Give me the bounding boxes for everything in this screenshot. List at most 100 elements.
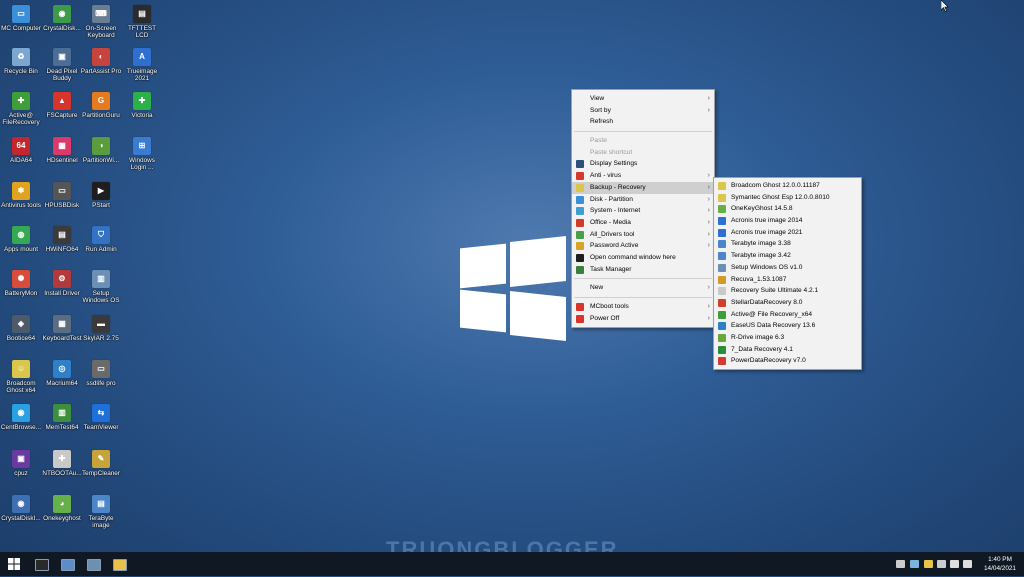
menu-item-system-internet[interactable]: System - Internet › [572,205,714,217]
desktop-icon[interactable]: ▣ cpuz [0,450,42,477]
desktop-icon[interactable]: G PartitionGuru [80,92,122,119]
desktop-icon[interactable]: ▬ SkyIAR 2.75 [80,315,122,342]
cmd-icon[interactable] [33,556,49,572]
desktop-icon[interactable]: ▤ HWiNFO64 [41,226,83,253]
desktop-icon[interactable]: ▶ PStart [80,182,122,209]
desktop-icon[interactable]: ✎ TempCleaner [80,450,122,477]
menu-item-power-off[interactable]: Power Off › [572,313,714,325]
submenu-item[interactable]: StellarDataRecovery 8.0 [714,297,861,309]
desktop-icon[interactable]: ◉ CrystalDisk... [41,5,83,32]
desktop-icon[interactable]: ◉ CrystalDiskI... [0,495,42,522]
desktop-icon[interactable]: ✚ Victoria [121,92,163,119]
7data-icon [718,345,726,354]
menu-item-disk-partition[interactable]: Disk - Partition › [572,194,714,206]
submenu-item[interactable]: 7_Data Recovery 4.1 [714,344,861,356]
submenu-item[interactable]: Terabyte image 3.38 [714,238,861,250]
desktop-icon[interactable]: 64 AIDA64 [0,137,42,164]
submenu-item-label: Recovery Suite Ultimate 4.2.1 [731,287,819,295]
computer-icon: ▭ [12,5,30,23]
recycle-bin-icon: ♻ [12,48,30,66]
desktop-icon[interactable]: ◈ Bootice64 [0,315,42,342]
submenu-item[interactable]: Acronis true image 2014 [714,215,861,227]
computer-icon[interactable] [59,556,75,572]
desktop-icon-label: PartitionGuru [82,112,120,119]
submenu-item[interactable]: Symantec Ghost Esp 12.0.0.8010 [714,192,861,204]
desktop-icon[interactable]: ▭ ssdlife pro [80,360,122,387]
desktop-icon[interactable]: ⚙ Install Driver [41,270,83,297]
network-icon[interactable] [85,556,101,572]
submenu-item[interactable]: Recovery Suite Ultimate 4.2.1 [714,285,861,297]
submenu-item-label: EaseUS Data Recovery 13.6 [731,322,816,330]
desktop-icon[interactable]: ◍ Apps mount [0,226,42,253]
menu-item-all-drivers-tool[interactable]: All_Drivers tool › [572,229,714,241]
menu-item-view[interactable]: View › [572,93,714,105]
desktop-icon-label: MC Computer [1,25,41,32]
start-icon[interactable] [6,556,22,572]
network-tray-icon[interactable] [937,560,946,568]
desktop-icon-label: Victoria [131,112,153,119]
batterymon-icon: ✺ [12,270,30,288]
menu-item-refresh[interactable]: Refresh [572,116,714,128]
clock[interactable]: 1:40 PM 14/04/2021 [984,555,1016,573]
menu-item-display-settings[interactable]: Display Settings [572,158,714,170]
desktop-icon[interactable]: ▭ MC Computer [0,5,42,32]
monitor-icon[interactable] [924,560,933,568]
desktop-icon[interactable]: ▤ TeraByte image [80,495,122,529]
desktop-icon[interactable]: ✚ Active@ FileRecovery [0,92,42,126]
menu-item-office-media[interactable]: Office - Media › [572,217,714,229]
desktop-icon[interactable]: ⊞ Windows Login ... [121,137,163,171]
submenu-item[interactable]: PowerDataRecovery v7.0 [714,355,861,367]
desktop-icon[interactable]: ⇆ TeamViewer [80,404,122,431]
desktop-icon[interactable]: ▭ HPUSBDisk [41,182,83,209]
desktop-icon[interactable]: ☺ Broadcom Ghost x64 [0,360,42,394]
desktop-icon[interactable]: ⛉ Run Admin [80,226,122,253]
desktop-icon[interactable]: ◕ Onekeyghost [41,495,83,522]
menu-item-paste-shortcut[interactable]: Paste shortcut [572,147,714,159]
desktop-icon[interactable]: ◎ Macrium64 [41,360,83,387]
submenu-item[interactable]: Active@ File Recovery_x64 [714,309,861,321]
desktop-icon[interactable]: ✱ Antivirus tools [0,182,42,209]
usb-icon[interactable] [910,560,919,568]
centbrowser-icon: ◉ [12,404,30,422]
stellar-icon [718,298,726,307]
menu-item-sort-by[interactable]: Sort by › [572,105,714,117]
submenu-item[interactable]: Broadcom Ghost 12.0.0.11187 [714,180,861,192]
language-icon[interactable] [963,560,972,568]
desktop-icon[interactable]: A Trueimage 2021 [121,48,163,82]
desktop-icon[interactable]: ✺ BatteryMon [0,270,42,297]
submenu-item[interactable]: Terabyte image 3.42 [714,250,861,262]
desktop-icon[interactable]: ▥ Setup Windows OS [80,270,122,304]
submenu-item[interactable]: Setup Windows OS v1.0 [714,262,861,274]
menu-item-password-active[interactable]: Password Active › [572,240,714,252]
submenu-item[interactable]: Acronis true image 2021 [714,227,861,239]
submenu-item-label: 7_Data Recovery 4.1 [731,345,793,353]
submenu-item[interactable]: EaseUS Data Recovery 13.6 [714,320,861,332]
desktop-icon[interactable]: ▥ MemTest64 [41,404,83,431]
desktop-icon[interactable]: ◑ PartitionWi... [80,137,122,164]
drivers-icon [576,230,584,239]
menu-item-paste[interactable]: Paste [572,135,714,147]
folder-icon[interactable] [111,556,127,572]
volume-icon[interactable] [950,560,959,568]
desktop-icon[interactable]: ▲ FSCapture [41,92,83,119]
desktop-icon[interactable]: ◉ CentBrowse... [0,404,42,431]
desktop-icon[interactable]: ▦ KeyboardTest [41,315,83,342]
menu-item-open-command-window-here[interactable]: Open command window here [572,252,714,264]
desktop[interactable]: ▭ MC Computer ◉ CrystalDisk... ⌨ On-Screen Ke… [0,0,1024,552]
submenu-item[interactable]: Recuva_1.53.1087 [714,274,861,286]
menu-item-backup-recovery[interactable]: Backup - Recovery › [572,181,714,194]
desktop-icon[interactable]: ♻ Recycle Bin [0,48,42,75]
submenu-item[interactable]: R-Drive image 6.3 [714,332,861,344]
menu-item-new[interactable]: New › [572,282,714,294]
pen-icon[interactable] [896,560,905,568]
desktop-icon[interactable]: ▤ TFTTEST LCD [121,5,163,39]
desktop-icon[interactable]: ✚ NTBOOTAu... [41,450,83,477]
desktop-icon[interactable]: ▣ Dead Pixel Buddy [41,48,83,82]
desktop-icon[interactable]: ◐ PartAssist Pro [80,48,122,75]
menu-item-mcboot-tools[interactable]: MCboot tools › [572,301,714,313]
desktop-icon[interactable]: ▦ HDsentinel [41,137,83,164]
submenu-item[interactable]: OneKeyGhost 14.5.8 [714,203,861,215]
menu-item-anti-virus[interactable]: Anti - virus › [572,170,714,182]
menu-item-task-manager[interactable]: Task Manager [572,264,714,276]
desktop-icon[interactable]: ⌨ On-Screen Keyboard [80,5,122,39]
